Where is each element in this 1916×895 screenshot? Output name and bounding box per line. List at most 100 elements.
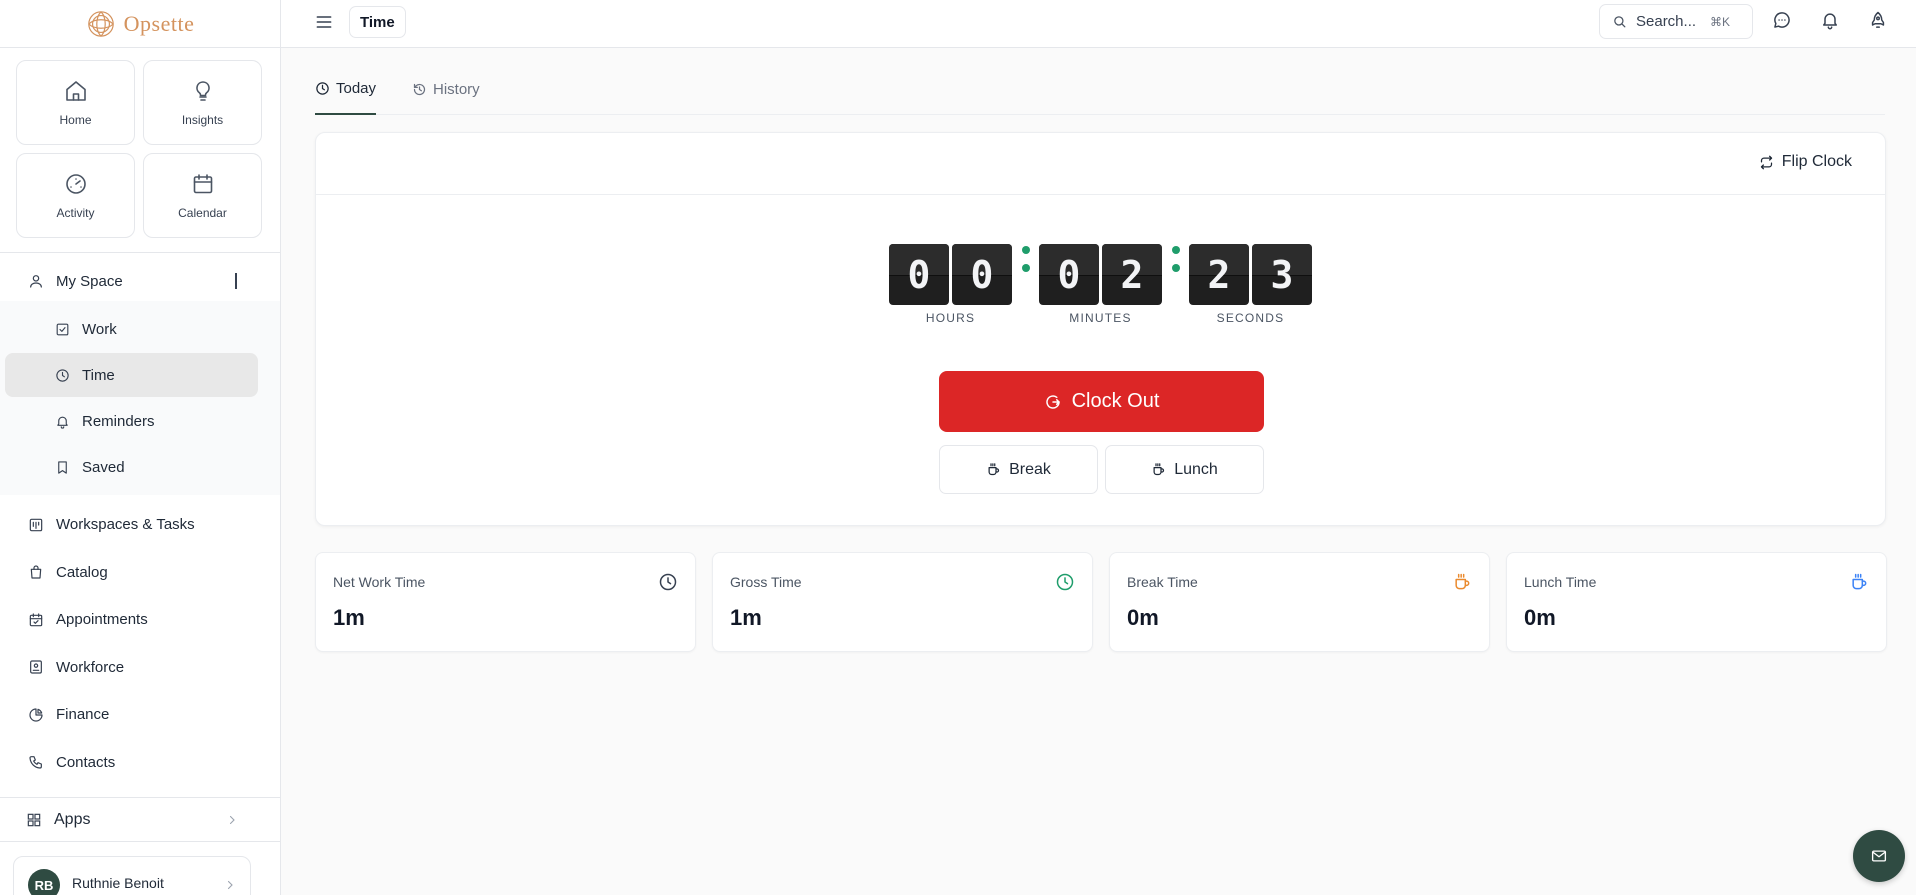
- search-icon: [1614, 16, 1626, 28]
- hours-digit-2: 0: [952, 244, 1012, 305]
- quick-insights-label: Insights: [181, 112, 224, 127]
- user-profile-card[interactable]: RB Ruthnie Benoit: [13, 856, 251, 895]
- sidebar: Opsette Home Insights Activity Calendar …: [0, 0, 281, 895]
- quick-calendar[interactable]: Calendar: [143, 153, 262, 238]
- quick-activity[interactable]: Activity: [16, 153, 135, 238]
- stat-label: Lunch Time: [1524, 574, 1597, 590]
- kanban-icon: [29, 518, 43, 532]
- quick-calendar-label: Calendar: [178, 205, 227, 220]
- clock-out-label: Clock Out: [1071, 390, 1160, 412]
- sidebar-item-work-label: Work: [82, 320, 117, 338]
- sidebar-item-workspaces[interactable]: Workspaces & Tasks: [0, 501, 280, 549]
- clock-card: Flip Clock 0 0 HOURS 0 2 MINUTES 2 3 SEC…: [315, 132, 1886, 526]
- clock-icon: [56, 368, 69, 382]
- stat-gross-time: Gross Time 1m: [712, 552, 1093, 652]
- tab-today-label: Today: [336, 80, 377, 97]
- stat-value: 0m: [1524, 605, 1556, 630]
- mail-icon: [1871, 850, 1887, 862]
- sidebar-item-contacts[interactable]: Contacts: [0, 739, 280, 787]
- minutes-digit-1: 0: [1039, 244, 1099, 305]
- clock-icon: [659, 573, 677, 591]
- seconds-digit-2: 3: [1252, 244, 1312, 305]
- clock-icon: [316, 82, 329, 95]
- rocket-icon[interactable]: [1868, 10, 1888, 30]
- sidebar-item-workforce[interactable]: Workforce: [0, 644, 280, 692]
- my-space-items: Work Time Reminders Saved: [0, 301, 280, 495]
- clock-icon: [1056, 573, 1074, 591]
- log-out-icon: [1045, 394, 1060, 409]
- search-input[interactable]: Search... ⌘K: [1599, 4, 1753, 39]
- seconds-digit-1: 2: [1189, 244, 1249, 305]
- lunch-label: Lunch: [1174, 460, 1218, 478]
- history-icon: [413, 83, 426, 96]
- lunch-button[interactable]: Lunch: [1105, 445, 1264, 494]
- nav-my-space-label: My Space: [56, 272, 123, 290]
- collapse-toggle[interactable]: [235, 273, 237, 289]
- quick-activity-label: Activity: [56, 205, 95, 220]
- minutes-digit-2: 2: [1102, 244, 1162, 305]
- opsette-logo-icon: [87, 10, 114, 37]
- clock-out-button[interactable]: Clock Out: [939, 371, 1264, 432]
- chat-icon[interactable]: [1772, 10, 1792, 30]
- sidebar-item-saved-label: Saved: [82, 458, 125, 476]
- quick-home[interactable]: Home: [16, 60, 135, 145]
- message-fab-button[interactable]: [1853, 830, 1905, 882]
- sidebar-item-work[interactable]: Work: [5, 307, 258, 351]
- bell-icon: [57, 416, 68, 429]
- sidebar-item-catalog[interactable]: Catalog: [0, 549, 280, 597]
- id-card-icon: [30, 660, 42, 674]
- coffee-icon: [1455, 573, 1470, 590]
- search-placeholder: Search...: [1636, 13, 1697, 30]
- sidebar-item-reminders-label: Reminders: [82, 412, 155, 430]
- quick-home-label: Home: [59, 112, 92, 127]
- hours-unit-label: HOURS: [925, 311, 976, 325]
- page-title: Time: [349, 6, 406, 38]
- brand-logo[interactable]: Opsette: [0, 0, 280, 48]
- chevron-right-icon: [227, 880, 233, 890]
- brand-name: Opsette: [123, 10, 195, 36]
- avatar: RB: [28, 869, 60, 895]
- hours-group: 0 0 HOURS: [889, 244, 1012, 325]
- pie-chart-icon: [29, 708, 43, 722]
- sidebar-item-time[interactable]: Time: [5, 353, 258, 397]
- flip-clock-toggle[interactable]: Flip Clock: [1759, 153, 1852, 171]
- sidebar-item-time-label: Time: [82, 366, 115, 384]
- phone-icon: [29, 756, 42, 769]
- quick-links: Home Insights Activity Calendar: [0, 48, 280, 253]
- gauge-icon: [65, 173, 86, 194]
- stat-lunch-time: Lunch Time 0m: [1506, 552, 1887, 652]
- search-shortcut: ⌘K: [1710, 14, 1731, 29]
- time-separator: [1162, 244, 1189, 305]
- sidebar-item-reminders[interactable]: Reminders: [5, 399, 258, 443]
- sidebar-item-saved[interactable]: Saved: [5, 445, 258, 489]
- minutes-group: 0 2 MINUTES: [1039, 244, 1162, 325]
- main-nav: Workspaces & Tasks Catalog Appointments …: [0, 495, 280, 786]
- check-square-icon: [56, 323, 69, 335]
- bell-icon[interactable]: [1820, 10, 1840, 30]
- home-icon: [65, 80, 86, 101]
- nav-my-space[interactable]: My Space: [0, 261, 280, 301]
- seconds-unit-label: SECONDS: [1216, 311, 1285, 325]
- stat-value: 1m: [730, 605, 762, 630]
- sidebar-item-finance[interactable]: Finance: [0, 691, 280, 739]
- stat-value: 1m: [333, 605, 365, 630]
- menu-icon[interactable]: [314, 12, 334, 32]
- sidebar-item-apps[interactable]: Apps: [0, 797, 280, 842]
- user-icon: [30, 275, 42, 288]
- topbar: Time Search... ⌘K: [281, 0, 1916, 48]
- shopping-bag-icon: [30, 565, 42, 579]
- quick-insights[interactable]: Insights: [143, 60, 262, 145]
- tab-today[interactable]: Today: [315, 72, 377, 115]
- minutes-unit-label: MINUTES: [1069, 311, 1132, 325]
- tab-history[interactable]: History: [412, 72, 480, 115]
- sidebar-item-appointments[interactable]: Appointments: [0, 596, 280, 644]
- time-separator: [1012, 244, 1039, 305]
- my-space-section: My Space Work Time Reminders Saved: [0, 253, 280, 495]
- user-name: Ruthnie Benoit: [72, 875, 164, 891]
- hours-digit-1: 0: [889, 244, 949, 305]
- sidebar-item-apps-label: Apps: [54, 810, 91, 828]
- seconds-group: 2 3 SECONDS: [1189, 244, 1312, 325]
- stat-label: Gross Time: [730, 574, 802, 590]
- break-button[interactable]: Break: [939, 445, 1098, 494]
- calendar-icon: [193, 173, 212, 193]
